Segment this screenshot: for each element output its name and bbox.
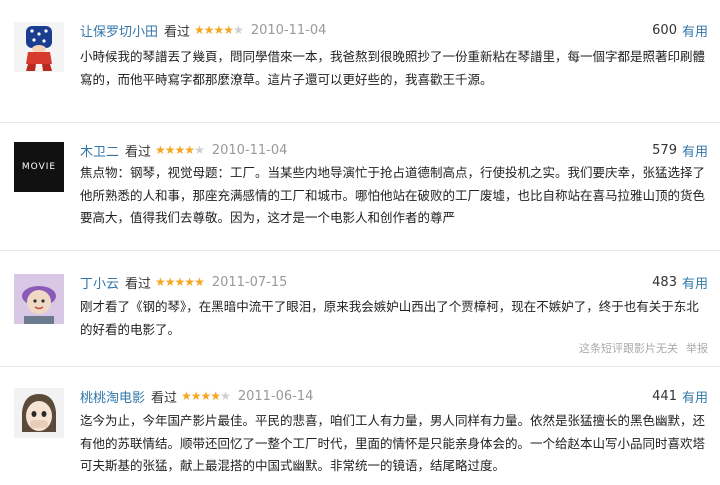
vote-area: 579 有用 — [652, 140, 708, 160]
star-icon: ★ — [233, 23, 244, 37]
review-content: 小時候我的琴譜丟了幾頁，問同學借來一本，我爸熬到很晚照抄了一份重新粘在琴譜里，每… — [80, 49, 706, 87]
useful-button[interactable]: 有用 — [682, 141, 708, 160]
star-icon: ★★★★ — [181, 389, 221, 403]
review-content: 刚才看了《钢的琴》，在黑暗中流干了眼泪，原来我会嫉妒山西出了个贾樟柯，现在不嫉妒… — [80, 299, 699, 337]
user-name[interactable]: 丁小云 — [80, 273, 119, 292]
vote-count: 441 — [652, 388, 677, 404]
rating-stars: ★★★★★ — [155, 143, 205, 157]
star-icon: ★★★★ — [194, 23, 234, 37]
review-date: 2011-07-15 — [211, 274, 288, 290]
star-icon: ★ — [220, 389, 231, 403]
watched-label: 看过 — [125, 276, 152, 292]
avatar[interactable]: MOVIE — [14, 142, 64, 192]
star-icon: ★★★★★ — [155, 275, 205, 289]
divider — [0, 250, 720, 251]
report-link[interactable]: 举报 — [686, 342, 708, 355]
watched-label: 看过 — [164, 24, 191, 40]
useful-button[interactable]: 有用 — [682, 21, 708, 40]
watched-label: 看过 — [151, 390, 178, 406]
review-meta: 木卫二 看过 ★★★★★ 2010-11-04 — [80, 140, 287, 160]
vote-area: 600 有用 — [652, 20, 708, 40]
divider — [0, 366, 720, 367]
vote-area: 441 有用 — [652, 386, 708, 406]
rating-stars: ★★★★★ — [194, 23, 244, 37]
avatar-logo-text: MOVIE — [21, 162, 57, 172]
useful-button[interactable]: 有用 — [682, 387, 708, 406]
avatar[interactable] — [14, 274, 64, 324]
useful-button[interactable]: 有用 — [682, 273, 708, 292]
vote-count: 579 — [652, 142, 677, 158]
review-content: 迄今为止，今年国产影片最佳。平民的悲喜，咱们工人有力量，男人同样有力量。依然是张… — [80, 413, 706, 473]
avatar[interactable] — [14, 22, 64, 72]
user-name[interactable]: 让保罗切小田 — [80, 21, 158, 40]
divider — [0, 122, 720, 123]
rating-stars: ★★★★★ — [181, 389, 231, 403]
review-date: 2010-11-04 — [211, 142, 288, 158]
unrelated-flag-link[interactable]: 这条短评跟影片无关 — [579, 342, 678, 355]
user-name[interactable]: 桃桃淘电影 — [80, 387, 145, 406]
review-meta: 桃桃淘电影 看过 ★★★★★ 2011-06-14 — [80, 386, 313, 406]
review-item: MOVIE 木卫二 看过 ★★★★★ 2010-11-04 579 有用 焦点物… — [0, 136, 720, 240]
review-content: 焦点物：钢琴，视觉母题：工厂。当某些内地导演忙于抢占道德制高点，行使投机之实。我… — [80, 165, 706, 225]
review-extra: 这条短评跟影片无关 举报 — [571, 340, 708, 356]
review-date: 2011-06-14 — [237, 388, 314, 404]
review-item: 丁小云 看过 ★★★★★ 2011-07-15 483 有用 刚才看了《钢的琴》… — [0, 268, 720, 358]
user-name[interactable]: 木卫二 — [80, 141, 119, 160]
star-icon: ★ — [194, 143, 205, 157]
review-date: 2010-11-04 — [250, 22, 327, 38]
vote-count: 483 — [652, 274, 677, 290]
rating-stars: ★★★★★ — [155, 275, 205, 289]
watched-label: 看过 — [125, 144, 152, 160]
review-item: 桃桃淘电影 看过 ★★★★★ 2011-06-14 441 有用 迄今为止，今年… — [0, 382, 720, 482]
review-meta: 丁小云 看过 ★★★★★ 2011-07-15 — [80, 272, 287, 292]
review-item: 让保罗切小田 看过 ★★★★★ 2010-11-04 600 有用 小時候我的琴… — [0, 16, 720, 122]
vote-area: 483 有用 — [652, 272, 708, 292]
vote-count: 600 — [652, 22, 677, 38]
star-icon: ★★★★ — [155, 143, 195, 157]
review-meta: 让保罗切小田 看过 ★★★★★ 2010-11-04 — [80, 20, 326, 40]
avatar[interactable] — [14, 388, 64, 438]
